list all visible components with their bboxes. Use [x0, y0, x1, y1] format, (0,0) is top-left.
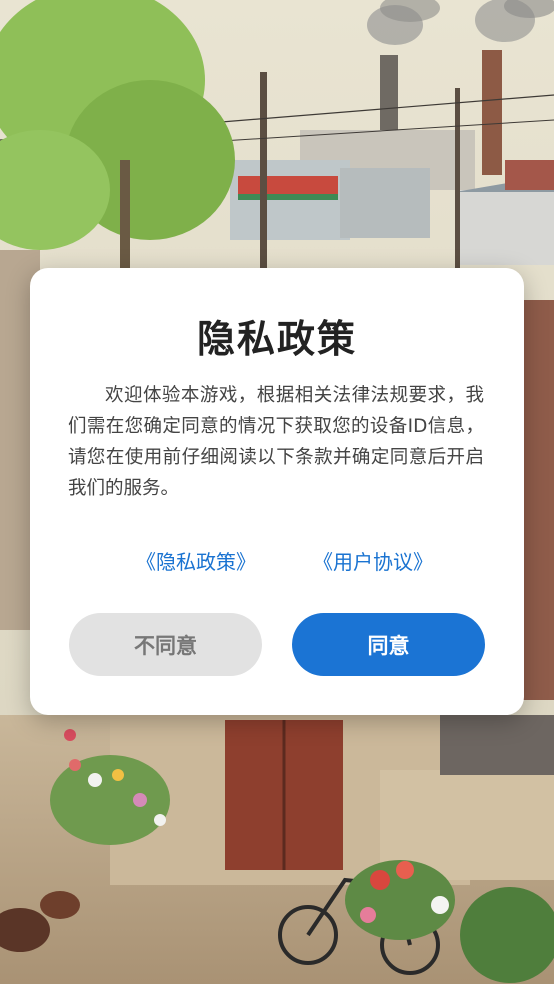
dialog-title: 隐私政策 [196, 317, 357, 361]
agree-button[interactable]: 同意 [292, 613, 485, 676]
user-agreement-link[interactable]: 《用户协议》 [313, 546, 433, 575]
dialog-body-text: 欢迎体验本游戏，根据相关法律法规要求，我们需在您确定同意的情况下获取您的设备ID… [68, 385, 484, 499]
disagree-button[interactable]: 不同意 [69, 613, 262, 676]
privacy-policy-link[interactable]: 《隐私政策》 [136, 546, 256, 575]
privacy-dialog: 隐私政策 欢迎体验本游戏，根据相关法律法规要求，我们需在您确定同意的情况下获取您… [30, 268, 524, 715]
